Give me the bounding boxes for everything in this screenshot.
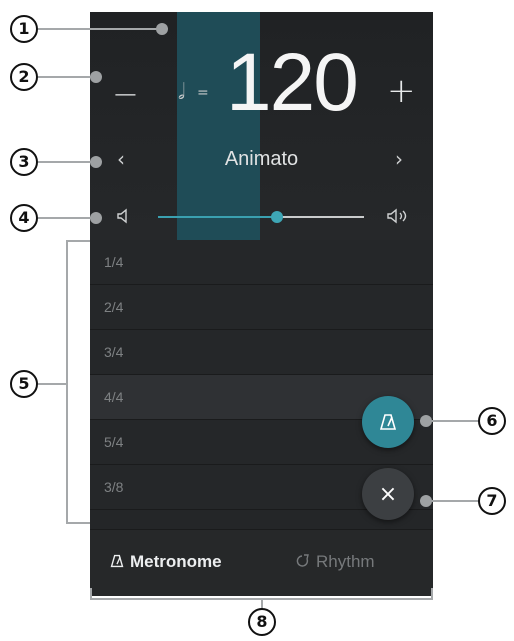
half-note-icon: 𝅗𝅥 — [178, 80, 185, 105]
tempo-name-row: ‹ Animato › — [90, 145, 433, 175]
tab-metronome-label: Metronome — [130, 552, 222, 571]
speaker-high-icon[interactable] — [386, 208, 412, 224]
callout-leader — [428, 420, 480, 422]
callout-leader — [38, 217, 94, 219]
tempo-decrease-button[interactable]: − — [112, 78, 139, 110]
beat-list-item[interactable]: 2/4 — [90, 285, 433, 330]
callout-anchor — [420, 495, 432, 507]
callout-3: 3 — [10, 148, 38, 176]
tempo-value[interactable]: 120 — [226, 42, 359, 124]
callout-6: 6 — [478, 407, 506, 435]
callout-bracket — [66, 522, 90, 524]
chevron-right-icon[interactable]: › — [395, 147, 403, 171]
beat-list-item[interactable]: 3/4 — [90, 330, 433, 375]
close-button[interactable]: × — [362, 468, 414, 520]
callout-leader — [38, 161, 94, 163]
callout-8: 8 — [248, 608, 276, 636]
callout-anchor — [90, 156, 102, 168]
callout-anchor — [90, 71, 102, 83]
callout-anchor — [90, 212, 102, 224]
tab-rhythm[interactable]: Rhythm — [296, 552, 375, 572]
callout-bracket — [90, 588, 92, 600]
close-icon: × — [378, 481, 398, 507]
callout-bracket — [431, 588, 433, 600]
metronome-start-button[interactable] — [362, 396, 414, 448]
volume-slider-fill — [158, 216, 278, 218]
callout-5: 5 — [10, 370, 38, 398]
tempo-row: − 𝅗𝅥 = 120 + — [90, 30, 433, 140]
callout-7: 7 — [478, 487, 506, 515]
tab-metronome[interactable]: Metronome — [110, 552, 222, 572]
tab-rhythm-label: Rhythm — [316, 552, 375, 571]
metronome-icon — [379, 414, 397, 430]
callout-2: 2 — [10, 63, 38, 91]
bottom-tab-bar: Metronome Rhythm — [90, 529, 433, 596]
volume-slider-thumb[interactable] — [271, 211, 284, 223]
callout-1: 1 — [10, 15, 38, 43]
callout-leader — [38, 76, 94, 78]
callout-bracket — [66, 240, 90, 242]
rhythm-icon — [296, 554, 309, 567]
tempo-increase-button[interactable]: + — [387, 74, 416, 108]
callout-leader — [38, 383, 67, 385]
volume-slider[interactable] — [158, 211, 364, 223]
callout-anchor — [420, 415, 432, 427]
volume-row — [90, 204, 433, 232]
metronome-icon — [110, 554, 124, 568]
speaker-low-icon[interactable] — [116, 208, 132, 224]
beat-list-item[interactable]: 1/4 — [90, 240, 433, 285]
equals-sign: = — [197, 85, 209, 101]
callout-anchor — [156, 23, 168, 35]
callout-4: 4 — [10, 204, 38, 232]
tempo-marking: Animato — [224, 148, 299, 170]
metronome-panel: − 𝅗𝅥 = 120 + ‹ Animato › 1/4 2/4 3/4 4/4… — [90, 12, 433, 596]
callout-leader — [428, 500, 480, 502]
callout-bracket — [66, 240, 68, 524]
